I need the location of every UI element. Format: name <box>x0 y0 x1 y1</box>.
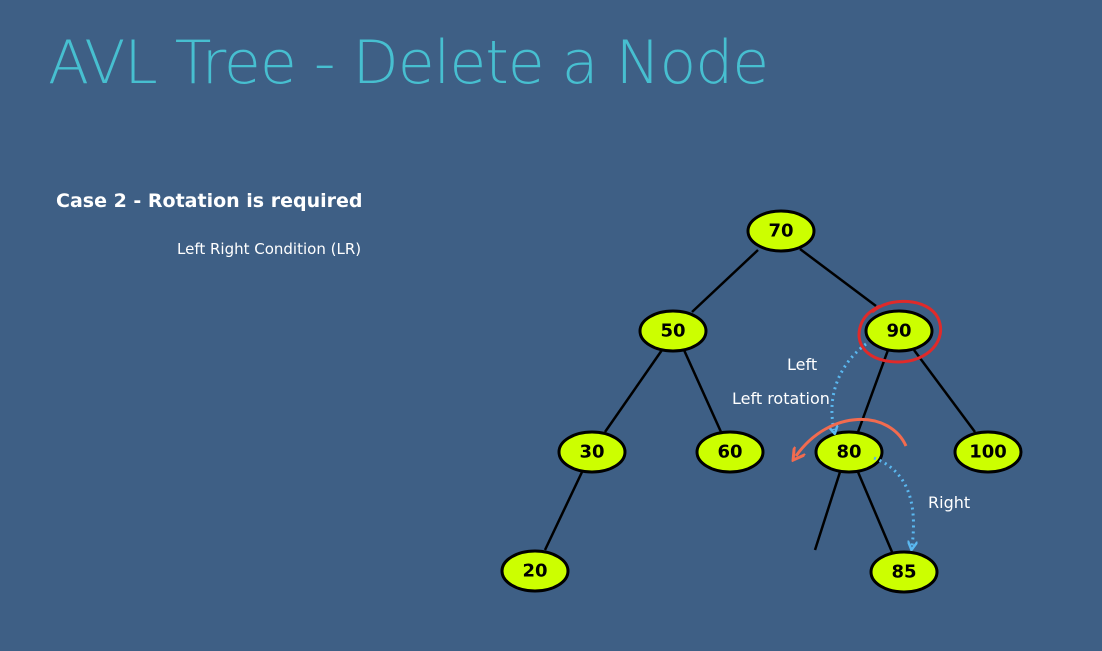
edge-80-stub <box>813 471 842 551</box>
slide: AVL Tree - Delete a Node Case 2 - Rotati… <box>0 0 1102 651</box>
tree-node-100: 100 <box>953 430 1023 474</box>
right-path-arrow <box>873 456 913 546</box>
annotation-left: Left <box>787 355 817 374</box>
tree-node-85: 85 <box>869 550 939 594</box>
left-path-arrow <box>832 342 867 430</box>
tree-node-80: 80 <box>814 430 884 474</box>
tree-node-20: 20 <box>500 549 570 593</box>
tree-node-70: 70 <box>746 209 816 253</box>
avl-tree-diagram: 70 50 90 30 60 80 100 20 85 Left Left ro… <box>500 209 1023 594</box>
edge-50-30 <box>603 349 664 433</box>
node-label-20: 20 <box>522 561 547 582</box>
edge-80-85 <box>856 471 894 553</box>
tree-node-60: 60 <box>695 430 765 474</box>
annotation-left-rotation: Left rotation <box>732 389 830 408</box>
tree-node-50: 50 <box>638 309 708 353</box>
node-label-100: 100 <box>969 442 1007 463</box>
node-label-85: 85 <box>891 562 916 583</box>
node-label-30: 30 <box>579 442 604 463</box>
annotation-right: Right <box>928 493 970 512</box>
node-label-70: 70 <box>768 221 793 242</box>
node-label-50: 50 <box>660 321 685 342</box>
tree-node-90: 90 <box>864 309 934 353</box>
tree-node-30: 30 <box>557 430 627 474</box>
edge-30-20 <box>543 471 584 551</box>
edge-50-60 <box>682 349 723 433</box>
node-label-80: 80 <box>836 442 861 463</box>
node-label-60: 60 <box>717 442 742 463</box>
edge-90-100 <box>912 349 977 433</box>
node-label-90: 90 <box>886 321 911 342</box>
edge-70-50 <box>691 249 759 313</box>
edge-70-90 <box>799 248 877 307</box>
